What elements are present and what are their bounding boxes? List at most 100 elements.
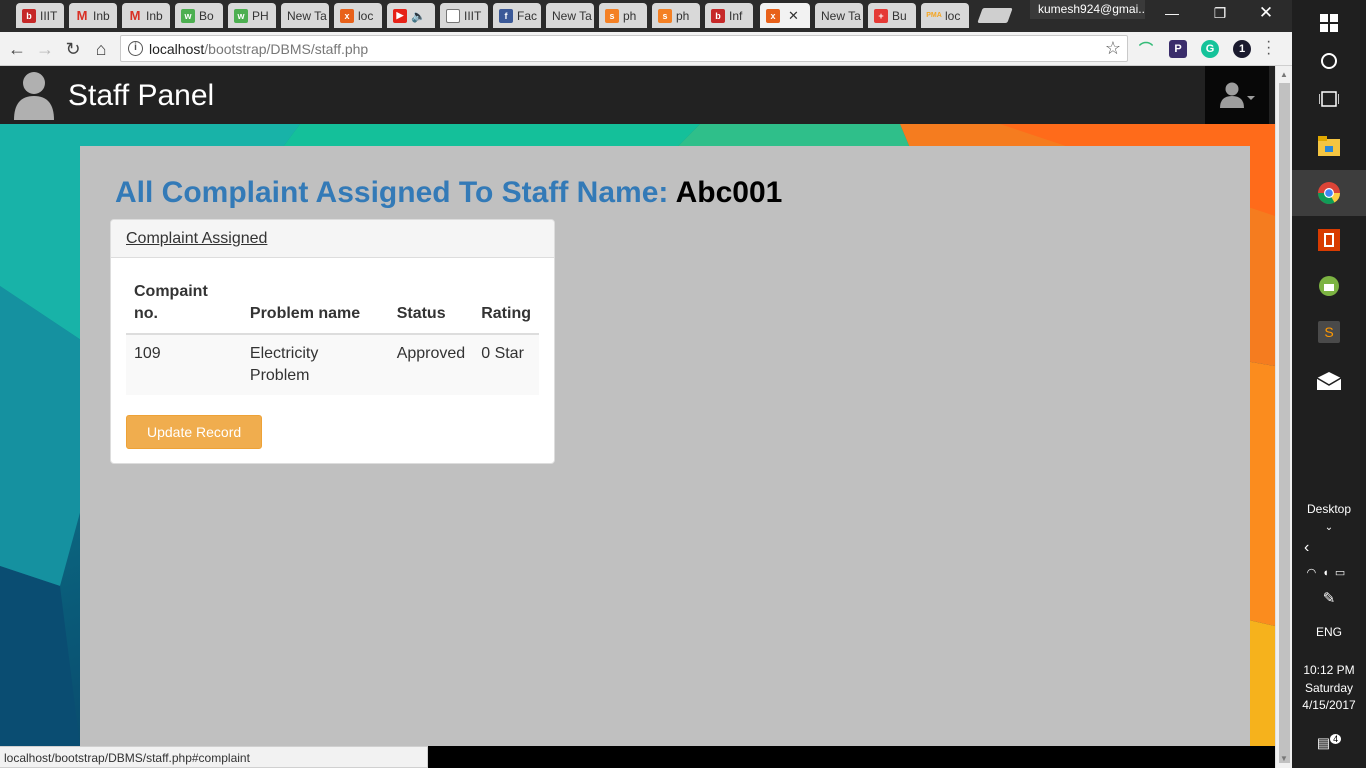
stackoverflow-icon: s xyxy=(658,8,672,23)
bookmark-star-icon[interactable]: ☆ xyxy=(1105,38,1121,59)
battery-icon[interactable]: ▭ xyxy=(1335,567,1351,579)
tab-label: Fac xyxy=(517,8,538,23)
browser-tab[interactable]: w PH xyxy=(228,3,276,28)
browser-tab[interactable]: s ph xyxy=(652,3,700,28)
chevron-double-down-icon[interactable]: ⌄ xyxy=(1292,519,1366,537)
gmail-icon: M xyxy=(76,8,88,23)
browser-tab[interactable]: PMA loc xyxy=(921,3,969,28)
browser-tab[interactable]: + Bu xyxy=(868,3,916,28)
pen-icon[interactable]: ✎ xyxy=(1292,590,1366,608)
restore-icon[interactable]: ❐ xyxy=(1198,2,1242,24)
forward-icon[interactable]: → xyxy=(33,37,57,61)
column-header-rating: Rating xyxy=(473,273,539,335)
notification-count-badge: 4 xyxy=(1330,734,1342,744)
plus-cross-icon: + xyxy=(874,8,888,23)
panel-body: Compaint no. Problem name Status Rating … xyxy=(111,258,554,464)
desktop-label[interactable]: Desktop xyxy=(1292,500,1366,518)
browser-tab[interactable]: s ph xyxy=(599,3,647,28)
complaint-table: Compaint no. Problem name Status Rating … xyxy=(126,273,539,395)
minimize-icon[interactable]: — xyxy=(1150,2,1194,24)
browser-tab[interactable]: New Ta xyxy=(815,3,863,28)
clock-date[interactable]: 4/15/2017 xyxy=(1292,696,1366,714)
wifi-icon[interactable]: ◠ xyxy=(1307,567,1323,579)
extension-p-icon[interactable]: P xyxy=(1169,40,1187,58)
bookmark-page-icon: b xyxy=(711,8,725,23)
page-title-prefix: All Complaint Assigned To Staff Name: xyxy=(115,176,676,209)
task-view-icon[interactable] xyxy=(1292,76,1366,122)
page-scrollbar[interactable]: ▲ ▼ xyxy=(1275,66,1292,768)
update-record-button[interactable]: Update Record xyxy=(126,415,263,449)
cell-rating: 0 Star xyxy=(473,334,539,395)
notification-center-icon[interactable]: ▤ 4 xyxy=(1292,730,1366,752)
browser-tab[interactable]: b IIIT xyxy=(16,3,64,28)
user-silhouette-icon xyxy=(14,72,54,120)
close-window-icon[interactable]: ✕ xyxy=(1244,2,1288,24)
tab-label: Inf xyxy=(729,8,743,23)
url-path: /bootstrap/DBMS/staff.php xyxy=(204,41,369,57)
document-icon xyxy=(446,8,460,23)
browser-tab[interactable]: New Ta xyxy=(281,3,329,28)
chrome-icon[interactable] xyxy=(1292,170,1366,216)
clock-day[interactable]: Saturday xyxy=(1292,679,1366,697)
main-container: All Complaint Assigned To Staff Name: Ab… xyxy=(80,146,1250,746)
info-icon[interactable]: i xyxy=(128,41,143,56)
back-icon[interactable]: ← xyxy=(5,37,29,61)
sublime-text-icon[interactable]: S xyxy=(1292,309,1366,355)
panel-heading: Complaint Assigned xyxy=(111,220,554,258)
tab-label: New Ta xyxy=(287,8,327,23)
clock-time[interactable]: 10:12 PM xyxy=(1292,661,1366,679)
browser-tab[interactable]: x loc xyxy=(334,3,382,28)
user-icon xyxy=(1220,82,1244,108)
address-bar[interactable]: i localhost/bootstrap/DBMS/staff.php ☆ xyxy=(120,35,1128,62)
tab-label: Bo xyxy=(199,8,214,23)
browser-tab[interactable]: b Inf xyxy=(705,3,753,28)
scroll-down-icon[interactable]: ▼ xyxy=(1280,754,1288,763)
browser-tab[interactable]: M Inb xyxy=(69,3,117,28)
browser-menu-icon[interactable]: · · · xyxy=(1266,34,1271,62)
browser-tab[interactable]: IIIT xyxy=(440,3,488,28)
grammarly-icon[interactable]: G xyxy=(1201,40,1219,58)
browser-tab[interactable]: New Ta xyxy=(546,3,594,28)
home-icon[interactable]: ⌂ xyxy=(89,37,113,61)
tab-label: Bu xyxy=(892,8,907,23)
brand-title[interactable]: Staff Panel xyxy=(68,79,214,113)
close-tab-icon[interactable]: ✕ xyxy=(788,8,799,24)
complaint-assigned-link[interactable]: Complaint Assigned xyxy=(126,230,267,247)
browser-tab[interactable]: f Fac xyxy=(493,3,541,28)
tab-label: PH xyxy=(252,8,269,23)
caret-down-icon xyxy=(1247,96,1255,100)
browser-tab[interactable]: ▶ 🔈 xyxy=(387,3,435,28)
profile-chip[interactable]: kumesh924@gmai... xyxy=(1030,0,1145,19)
user-dropdown-toggle[interactable] xyxy=(1205,66,1269,124)
chevron-left-icon[interactable]: ‹ xyxy=(1292,539,1366,557)
tab-label: IIIT xyxy=(464,8,482,23)
xampp-icon: x xyxy=(766,8,780,23)
url-text: localhost/bootstrap/DBMS/staff.php xyxy=(149,41,368,57)
green-app-icon[interactable] xyxy=(1292,263,1366,309)
file-explorer-icon[interactable] xyxy=(1292,123,1366,169)
browser-tab-strip: b IIIT M Inb M Inb w Bo w PH New Ta x loc ▶ 🔈 I… xyxy=(0,0,1292,32)
table-header-row: Compaint no. Problem name Status Rating xyxy=(126,273,539,335)
browser-tab-active[interactable]: x ✕ xyxy=(760,3,810,28)
mail-icon[interactable] xyxy=(1292,358,1366,404)
office-app-icon[interactable] xyxy=(1292,217,1366,263)
new-tab-button[interactable] xyxy=(977,8,1013,23)
tab-label: Inb xyxy=(93,8,110,23)
cell-problem-name: Electricity Problem xyxy=(241,334,389,395)
browser-tab[interactable]: w Bo xyxy=(175,3,223,28)
reload-icon[interactable]: ↻ xyxy=(61,37,85,61)
scrollbar-thumb[interactable] xyxy=(1279,83,1290,763)
volume-icon[interactable]: ◖ xyxy=(1322,567,1335,579)
browser-tab[interactable]: M Inb xyxy=(122,3,170,28)
tab-label: loc xyxy=(358,8,374,23)
gmail-icon: M xyxy=(129,8,141,23)
tab-label: IIIT xyxy=(40,8,58,23)
extension-1-icon[interactable]: 1 xyxy=(1233,40,1251,58)
language-indicator[interactable]: ENG xyxy=(1292,623,1366,641)
scroll-up-icon[interactable]: ▲ xyxy=(1280,70,1288,79)
w3-icon: w xyxy=(234,8,248,23)
tab-label: loc xyxy=(945,8,961,23)
tab-label: ph xyxy=(623,8,637,23)
extension-rainbow-icon[interactable]: ⌒ xyxy=(1137,40,1155,58)
xampp-icon: x xyxy=(340,8,354,23)
